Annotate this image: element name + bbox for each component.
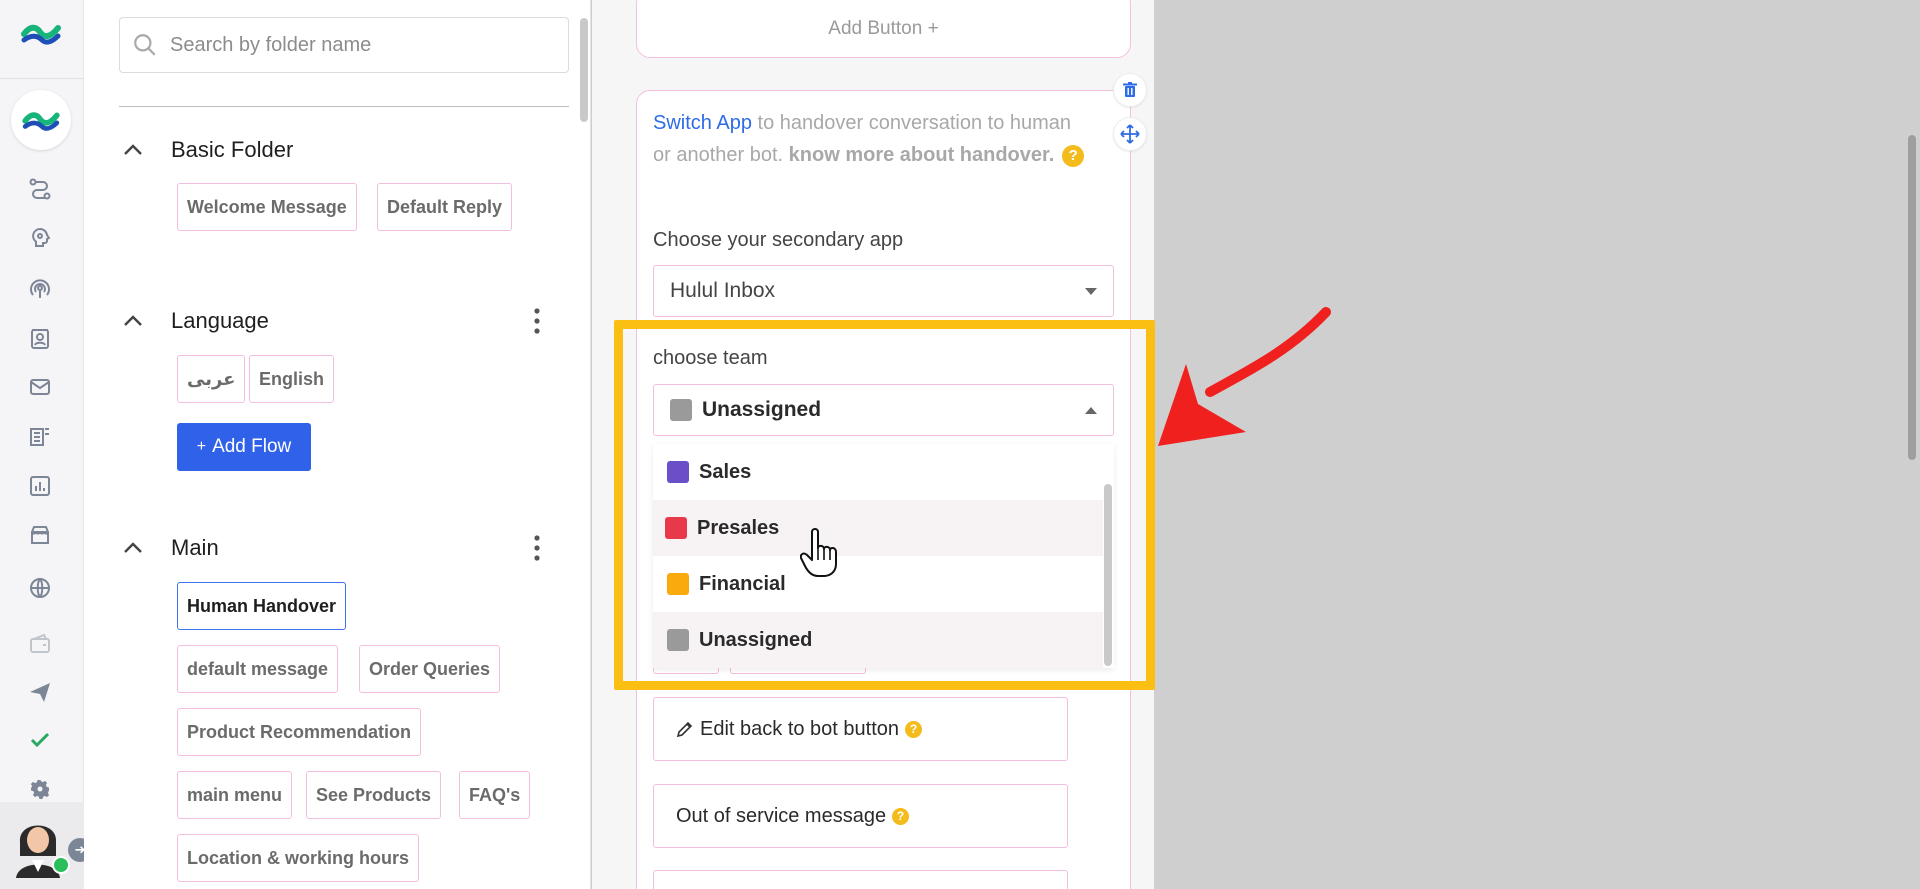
folder-more-options-icon[interactable] bbox=[527, 307, 547, 335]
flow-chip-english[interactable]: English bbox=[249, 355, 335, 403]
checkmark-icon[interactable] bbox=[24, 724, 56, 756]
team-color-swatch bbox=[667, 461, 689, 483]
secondary-app-label: Choose your secondary app bbox=[653, 229, 904, 251]
ai-brain-icon[interactable] bbox=[24, 222, 56, 254]
move-block-icon[interactable] bbox=[1113, 117, 1147, 151]
rail-divider bbox=[0, 78, 84, 79]
flow-chip-main-menu[interactable]: main menu bbox=[177, 771, 293, 819]
folder-title: Main bbox=[171, 535, 219, 560]
collapse-chevron-icon[interactable] bbox=[119, 136, 147, 164]
collapse-chevron-icon[interactable] bbox=[119, 534, 147, 562]
folder-header-language[interactable]: Language bbox=[119, 303, 559, 339]
out-of-service-label: Out of service message bbox=[676, 804, 887, 827]
collapse-chevron-icon[interactable] bbox=[119, 307, 147, 335]
secondary-app-value: Hulul Inbox bbox=[670, 279, 776, 302]
flow-chip-human-handover[interactable]: Human Handover bbox=[177, 582, 347, 630]
flow-chip-see-products[interactable]: See Products bbox=[306, 771, 442, 819]
analytics-icon[interactable] bbox=[24, 470, 56, 502]
delete-block-icon[interactable] bbox=[1113, 73, 1147, 107]
wallet-icon[interactable] bbox=[24, 628, 56, 660]
search-icon bbox=[134, 34, 156, 56]
handover-description: Switch App to handover conversation to h… bbox=[653, 107, 1093, 171]
team-color-swatch bbox=[665, 517, 687, 539]
flow-chip-location-working-hours[interactable]: Location & working hours bbox=[177, 834, 420, 882]
flow-chip-welcome-message[interactable]: Welcome Message bbox=[177, 183, 357, 231]
flow-chip-arabic[interactable]: عربى bbox=[177, 355, 246, 403]
icon-rail: ➜ bbox=[0, 0, 92, 889]
dropdown-caret-icon bbox=[1085, 288, 1097, 295]
brand-logo-icon[interactable] bbox=[20, 18, 62, 48]
flow-chip-default-message[interactable]: default message bbox=[177, 645, 339, 693]
flow-chip-product-recommendation[interactable]: Product Recommendation bbox=[177, 708, 422, 756]
team-dropdown-menu: Sales Presales Financial Unassigned bbox=[653, 444, 1114, 668]
folder-header-main[interactable]: Main bbox=[119, 530, 559, 566]
team-option-financial[interactable]: Financial bbox=[653, 556, 1103, 612]
team-select[interactable]: Unassigned bbox=[653, 384, 1114, 436]
add-button-card[interactable]: Add Button + bbox=[636, 0, 1131, 58]
team-selected-value: Unassigned bbox=[702, 398, 822, 421]
switch-app-link[interactable]: Switch App bbox=[653, 112, 752, 134]
team-option-label: Sales bbox=[699, 460, 752, 483]
flow-chip-order-queries[interactable]: Order Queries bbox=[359, 645, 501, 693]
edit-back-label: Edit back to bot button bbox=[700, 717, 900, 740]
out-of-service-button[interactable]: Out of service message ? bbox=[653, 784, 1068, 848]
folder-search bbox=[119, 17, 569, 73]
globe-icon[interactable] bbox=[24, 572, 56, 604]
folder-panel-scrollbar[interactable] bbox=[580, 18, 588, 122]
plus-icon: + bbox=[196, 438, 207, 455]
dropdown-caret-icon bbox=[1085, 407, 1097, 414]
secondary-app-select[interactable]: Hulul Inbox bbox=[653, 265, 1114, 317]
pointer-hand-cursor-icon bbox=[800, 528, 837, 577]
help-question-icon[interactable]: ? bbox=[905, 720, 923, 738]
add-flow-button[interactable]: + Add Flow bbox=[177, 423, 311, 471]
templates-icon[interactable] bbox=[24, 421, 56, 453]
store-icon[interactable] bbox=[24, 519, 56, 551]
contacts-icon[interactable] bbox=[24, 323, 56, 355]
folder-title: Basic Folder bbox=[171, 137, 294, 162]
team-option-label: Financial bbox=[699, 572, 786, 595]
flow-route-icon[interactable] bbox=[24, 173, 56, 205]
add-flow-label: Add Flow bbox=[212, 436, 292, 457]
flow-chip-default-reply[interactable]: Default Reply bbox=[377, 183, 513, 231]
online-status-indicator bbox=[52, 856, 70, 874]
current-app-icon[interactable] bbox=[11, 90, 71, 150]
help-question-icon[interactable]: ? bbox=[1062, 144, 1085, 167]
team-option-unassigned[interactable]: Unassigned bbox=[653, 612, 1103, 668]
team-color-swatch bbox=[667, 629, 689, 651]
search-divider bbox=[119, 106, 569, 107]
next-option-button[interactable] bbox=[653, 870, 1068, 889]
pencil-icon bbox=[676, 721, 693, 738]
team-dropdown-scrollbar[interactable] bbox=[1104, 484, 1112, 666]
team-option-label: Unassigned bbox=[699, 628, 813, 651]
mail-icon[interactable] bbox=[24, 371, 56, 403]
send-icon[interactable] bbox=[24, 676, 56, 708]
team-label: choose team bbox=[653, 347, 768, 369]
edit-back-to-bot-button[interactable]: Edit back to bot button ? bbox=[653, 697, 1068, 761]
broadcast-icon[interactable] bbox=[24, 273, 56, 305]
folder-panel: Basic Folder Welcome Message Default Rep… bbox=[84, 0, 591, 889]
team-option-label: Presales bbox=[697, 516, 780, 539]
annotation-arrow bbox=[1158, 307, 1331, 446]
team-color-swatch bbox=[670, 399, 692, 421]
folder-search-input[interactable] bbox=[170, 33, 530, 57]
team-color-swatch bbox=[667, 573, 689, 595]
add-button-label: Add Button + bbox=[828, 18, 939, 39]
help-question-icon[interactable]: ? bbox=[892, 807, 910, 825]
settings-gear-icon[interactable] bbox=[24, 773, 56, 805]
handover-learn-more[interactable]: know more about handover. bbox=[789, 144, 1055, 166]
folder-more-options-icon[interactable] bbox=[527, 534, 547, 562]
team-option-sales[interactable]: Sales bbox=[653, 444, 1103, 500]
folder-header-basic[interactable]: Basic Folder bbox=[119, 132, 559, 168]
page-scrollbar[interactable] bbox=[1908, 135, 1916, 460]
folder-title: Language bbox=[171, 308, 269, 333]
team-option-presales[interactable]: Presales bbox=[653, 500, 1103, 556]
flow-chip-faqs[interactable]: FAQ's bbox=[459, 771, 531, 819]
